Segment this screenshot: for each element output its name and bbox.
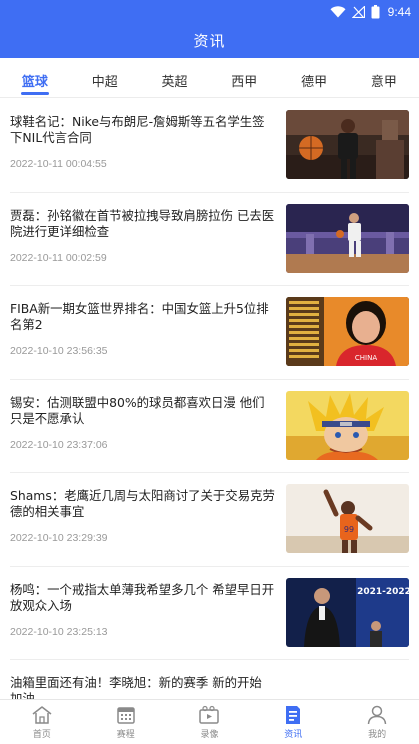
- news-list: 球鞋名记：Nike与布朗尼-詹姆斯等五名学生签下NIL代言合同 2022-10-…: [0, 99, 419, 699]
- basketball-player-photo: [286, 110, 409, 179]
- year-badge: 2021-2022: [357, 587, 409, 597]
- news-item[interactable]: Shams：老鹰近几周与太阳商讨了关于交易克劳德的相关事宜 2022-10-10…: [10, 473, 409, 567]
- nav-label: 首页: [32, 730, 51, 740]
- news-icon: [286, 706, 301, 724]
- no-signal-icon: [351, 6, 365, 18]
- app-header: 9:44 资讯: [0, 0, 419, 58]
- news-title: 贾磊：孙铭徽在首节被拉拽导致肩膀拉伤 已去医院进行更详细检查: [10, 207, 275, 239]
- news-title: 杨鸣：一个戒指太单薄我希望多几个 希望早日开放观众入场: [10, 581, 275, 613]
- profile-icon: [367, 705, 387, 725]
- news-item[interactable]: 贾磊：孙铭徽在首节被拉拽导致肩膀拉伤 已去医院进行更详细检查 2022-10-1…: [10, 193, 409, 286]
- nav-label: 我的: [368, 730, 387, 740]
- news-time: 2022-10-10 23:25:13: [10, 625, 108, 638]
- video-icon: [199, 705, 220, 724]
- category-tabs: 篮球 中超 英超 西甲 德甲 意甲: [0, 58, 419, 98]
- news-time: 2022-10-10 23:37:06: [10, 438, 108, 451]
- nav-label: 资讯: [284, 730, 303, 740]
- nav-video[interactable]: 录像: [168, 700, 252, 744]
- news-time: 2022-10-10 23:29:39: [10, 532, 108, 544]
- tab-basketball[interactable]: 篮球: [0, 58, 70, 97]
- nav-home[interactable]: 首页: [0, 700, 84, 744]
- news-time: 2022-10-11 00:02:59: [10, 251, 107, 264]
- status-bar: 9:44: [330, 4, 411, 20]
- home-icon: [32, 706, 52, 724]
- nav-label: 赛程: [116, 730, 135, 740]
- nav-schedule[interactable]: 赛程: [84, 700, 168, 744]
- china-womens-player-photo: CHINA: [286, 297, 409, 366]
- bottom-nav: 首页 赛程 录像 资讯 我的: [0, 699, 419, 744]
- tab-la-liga[interactable]: 西甲: [209, 58, 279, 97]
- news-time: 2022-10-10 23:56:35: [10, 345, 108, 357]
- tab-csl[interactable]: 中超: [70, 58, 140, 97]
- shirt-text: CHINA: [355, 354, 377, 362]
- basketball-game-photo: [286, 203, 409, 273]
- news-title: Shams：老鹰近几周与太阳商讨了关于交易克劳德的相关事宜: [10, 488, 275, 519]
- coach-photo: 2021-2022: [286, 577, 409, 647]
- tab-serie-a[interactable]: 意甲: [349, 58, 419, 97]
- news-item[interactable]: 锡安：估测联盟中80%的球员都喜欢日漫 他们只是不愿承认 2022-10-10 …: [10, 380, 409, 473]
- news-title: 球鞋名记：Nike与布朗尼-詹姆斯等五名学生签下NIL代言合同: [10, 114, 265, 145]
- page-title: 资讯: [193, 32, 226, 50]
- tab-bundesliga[interactable]: 德甲: [279, 58, 349, 97]
- news-item[interactable]: 杨鸣：一个戒指太单薄我希望多几个 希望早日开放观众入场 2022-10-10 2…: [10, 567, 409, 660]
- news-title: 油箱里面还有油！李晓旭：新的赛季 新的开始 加油: [10, 675, 262, 699]
- news-item[interactable]: 球鞋名记：Nike与布朗尼-詹姆斯等五名学生签下NIL代言合同 2022-10-…: [10, 99, 409, 193]
- news-title: FIBA新一期女篮世界排名：中国女篮上升5位排名第2: [10, 301, 269, 332]
- jersey-number: 99: [344, 525, 354, 534]
- news-item[interactable]: 油箱里面还有油！李晓旭：新的赛季 新的开始 加油: [10, 660, 409, 699]
- anime-character-photo: [286, 390, 409, 460]
- nav-label: 录像: [200, 730, 219, 740]
- nav-profile[interactable]: 我的: [335, 700, 419, 744]
- tab-premier-league[interactable]: 英超: [140, 58, 210, 97]
- calendar-icon: [116, 707, 135, 724]
- news-title: 锡安：估测联盟中80%的球员都喜欢日漫 他们只是不愿承认: [10, 394, 265, 426]
- suns-player-photo: 99: [286, 484, 409, 553]
- news-time: 2022-10-11 00:04:55: [10, 158, 107, 170]
- nav-news[interactable]: 资讯: [251, 700, 335, 744]
- battery-icon: [371, 5, 380, 19]
- status-time: 9:44: [387, 5, 411, 19]
- news-item[interactable]: FIBA新一期女篮世界排名：中国女篮上升5位排名第2 2022-10-10 23…: [10, 286, 409, 380]
- wifi-icon: [330, 6, 346, 18]
